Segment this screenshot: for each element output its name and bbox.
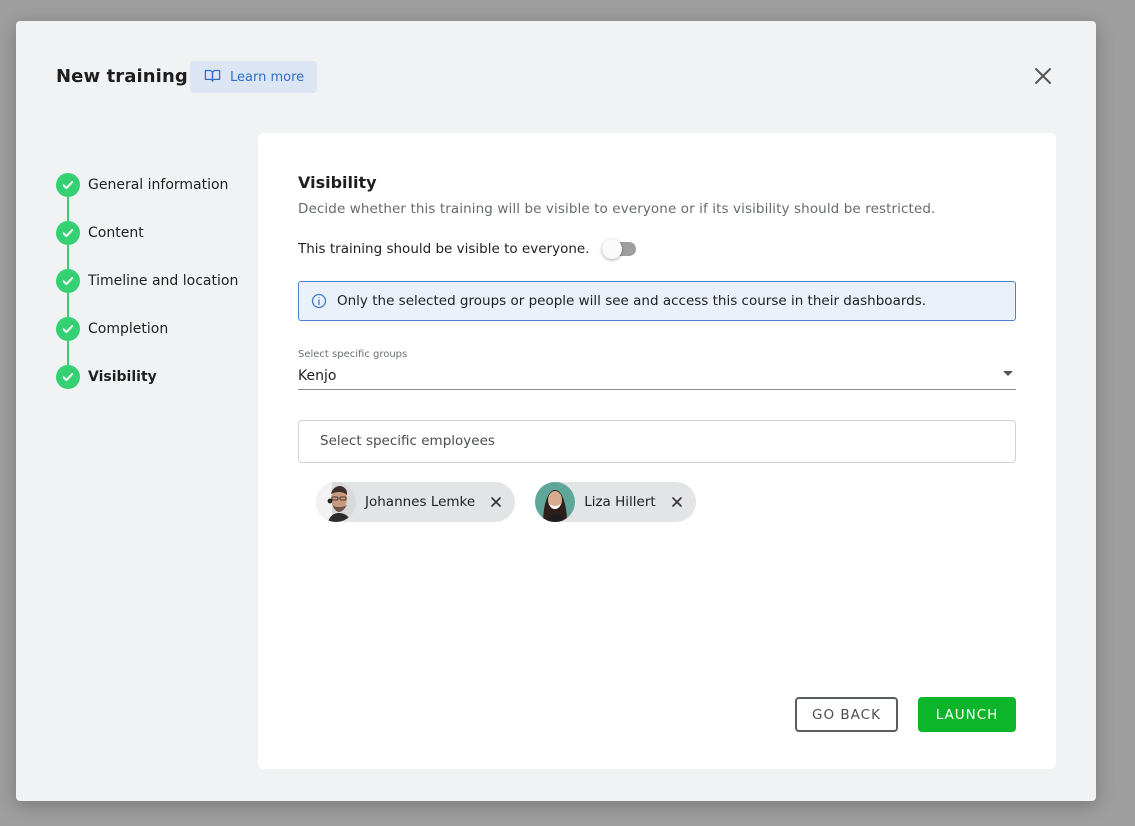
close-icon bbox=[1035, 68, 1051, 84]
go-back-button[interactable]: GO BACK bbox=[795, 697, 898, 732]
toggle-knob bbox=[601, 239, 622, 259]
step-label: Visibility bbox=[88, 369, 157, 385]
step-connector bbox=[67, 197, 69, 221]
step-connector bbox=[67, 245, 69, 269]
avatar bbox=[535, 482, 576, 522]
step-label: Completion bbox=[88, 321, 169, 337]
toggle-label: This training should be visible to every… bbox=[298, 241, 590, 257]
open-book-icon bbox=[204, 67, 221, 88]
check-icon bbox=[56, 365, 80, 389]
groups-select[interactable]: Kenjo bbox=[298, 365, 1016, 390]
caret-down-icon bbox=[1003, 371, 1013, 376]
step-general-information[interactable]: General information bbox=[56, 173, 256, 221]
step-label: Content bbox=[88, 225, 144, 241]
step-connector bbox=[67, 341, 69, 365]
step-completion[interactable]: Completion bbox=[56, 317, 256, 365]
check-icon bbox=[56, 317, 80, 341]
selected-employees: Johannes Lemke Liza Hillert bbox=[316, 482, 696, 522]
launch-button[interactable]: LAUNCH bbox=[918, 697, 1016, 732]
groups-select-label: Select specific groups bbox=[298, 349, 408, 360]
visibility-toggle-row: This training should be visible to every… bbox=[298, 239, 636, 259]
info-text: Only the selected groups or people will … bbox=[337, 293, 927, 309]
avatar bbox=[316, 482, 356, 522]
check-icon bbox=[56, 221, 80, 245]
learn-more-button[interactable]: Learn more bbox=[190, 61, 317, 93]
employee-chip: Liza Hillert bbox=[535, 482, 696, 522]
employee-chip: Johannes Lemke bbox=[316, 482, 516, 522]
step-content[interactable]: Content bbox=[56, 221, 256, 269]
new-training-dialog: New training Learn more General informat… bbox=[16, 21, 1096, 801]
employee-name: Johannes Lemke bbox=[365, 494, 476, 510]
info-banner: Only the selected groups or people will … bbox=[298, 281, 1016, 321]
wizard-stepper: General information Content Timeline and… bbox=[56, 173, 256, 413]
close-dialog-button[interactable] bbox=[1033, 66, 1053, 86]
close-icon bbox=[491, 497, 502, 507]
close-icon bbox=[671, 497, 682, 507]
check-icon bbox=[56, 173, 80, 197]
employees-search-input[interactable]: Select specific employees bbox=[298, 420, 1016, 463]
visible-to-everyone-toggle[interactable] bbox=[601, 239, 636, 259]
step-connector bbox=[67, 293, 69, 317]
groups-select-value: Kenjo bbox=[298, 368, 337, 384]
employee-name: Liza Hillert bbox=[584, 494, 656, 510]
visibility-panel: Visibility Decide whether this training … bbox=[258, 133, 1056, 769]
dialog-title: New training bbox=[56, 66, 188, 87]
section-title: Visibility bbox=[298, 173, 377, 192]
step-label: Timeline and location bbox=[88, 273, 239, 289]
step-visibility[interactable]: Visibility bbox=[56, 365, 256, 413]
info-icon bbox=[311, 293, 327, 309]
check-icon bbox=[56, 269, 80, 293]
step-timeline-and-location[interactable]: Timeline and location bbox=[56, 269, 256, 317]
step-label: General information bbox=[88, 177, 229, 193]
remove-employee-button[interactable] bbox=[489, 495, 503, 509]
learn-more-label: Learn more bbox=[230, 69, 305, 85]
section-description: Decide whether this training will be vis… bbox=[298, 201, 936, 217]
remove-employee-button[interactable] bbox=[670, 495, 684, 509]
